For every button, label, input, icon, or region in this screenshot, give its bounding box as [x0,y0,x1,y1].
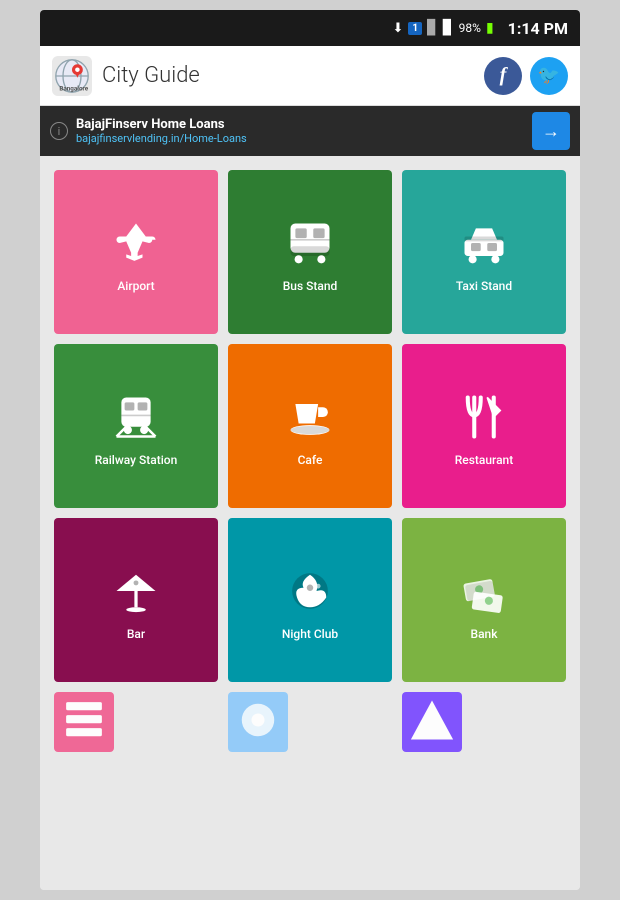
grid-item-partial-2[interactable] [228,692,288,752]
status-bar: ⬇ 1 ▊ ▊ 98% ▮ 1:14 PM [40,10,580,46]
taxi-stand-label: Taxi Stand [456,279,512,293]
cafe-label: Cafe [298,453,323,467]
ad-info-icon: i [50,122,68,140]
train-icon [110,389,162,445]
bus-icon [284,215,336,271]
nightclub-icon [284,563,336,619]
grid-item-cafe[interactable]: Cafe [228,344,392,508]
signal-icon-1: ▊ [427,20,438,36]
ad-title: BajajFinserv Home Loans [76,117,532,132]
night-club-label: Night Club [282,627,338,641]
bank-icon [458,563,510,619]
partial2-icon [232,700,284,740]
main-grid-container: Airport Bus Stand Taxi Stand [40,156,580,890]
bus-stand-label: Bus Stand [283,279,338,293]
phone-frame: ⬇ 1 ▊ ▊ 98% ▮ 1:14 PM Bangalore [40,10,580,890]
partial3-icon [406,700,458,740]
facebook-button[interactable]: f [484,57,522,95]
social-icons: f 🐦 [484,57,568,95]
partial1-icon [58,700,110,740]
bank-label: Bank [471,627,498,641]
grid-item-railway-station[interactable]: Railway Station [54,344,218,508]
airport-icon [110,215,162,271]
status-time: 1:14 PM [508,19,568,38]
svg-text:Bangalore: Bangalore [59,84,88,92]
ad-banner[interactable]: i BajajFinserv Home Loans bajajfinservle… [40,106,580,156]
restaurant-icon [458,389,510,445]
railway-station-label: Railway Station [95,453,178,467]
bar-icon [110,563,162,619]
bar-label: Bar [127,627,145,641]
cafe-icon [284,389,336,445]
ad-arrow-button[interactable]: → [532,112,570,150]
battery-text: 98% [459,21,481,35]
twitter-button[interactable]: 🐦 [530,57,568,95]
status-icons: ⬇ 1 ▊ ▊ 98% ▮ [392,20,493,36]
battery-icon: ▮ [486,20,494,36]
ad-url: bajajfinservlending.in/Home-Loans [76,132,532,145]
app-header: Bangalore City Guide f 🐦 [40,46,580,106]
signal-icon-2: ▊ [443,20,454,36]
ad-text: BajajFinserv Home Loans bajajfinservlend… [76,117,532,145]
grid-item-airport[interactable]: Airport [54,170,218,334]
app-title: City Guide [102,63,484,88]
grid-item-bus-stand[interactable]: Bus Stand [228,170,392,334]
logo-icon: Bangalore [54,58,90,94]
airport-label: Airport [117,279,154,293]
category-grid: Airport Bus Stand Taxi Stand [54,170,566,752]
grid-item-taxi-stand[interactable]: Taxi Stand [402,170,566,334]
grid-item-bank[interactable]: Bank [402,518,566,682]
sim-badge: 1 [408,22,422,35]
taxi-icon [458,215,510,271]
grid-item-partial-3[interactable] [402,692,462,752]
restaurant-label: Restaurant [455,453,513,467]
grid-item-night-club[interactable]: Night Club [228,518,392,682]
grid-item-partial-1[interactable] [54,692,114,752]
grid-item-restaurant[interactable]: Restaurant [402,344,566,508]
download-icon: ⬇ [392,21,403,36]
grid-item-bar[interactable]: Bar [54,518,218,682]
twitter-icon: 🐦 [538,65,560,86]
app-logo: Bangalore [52,56,92,96]
